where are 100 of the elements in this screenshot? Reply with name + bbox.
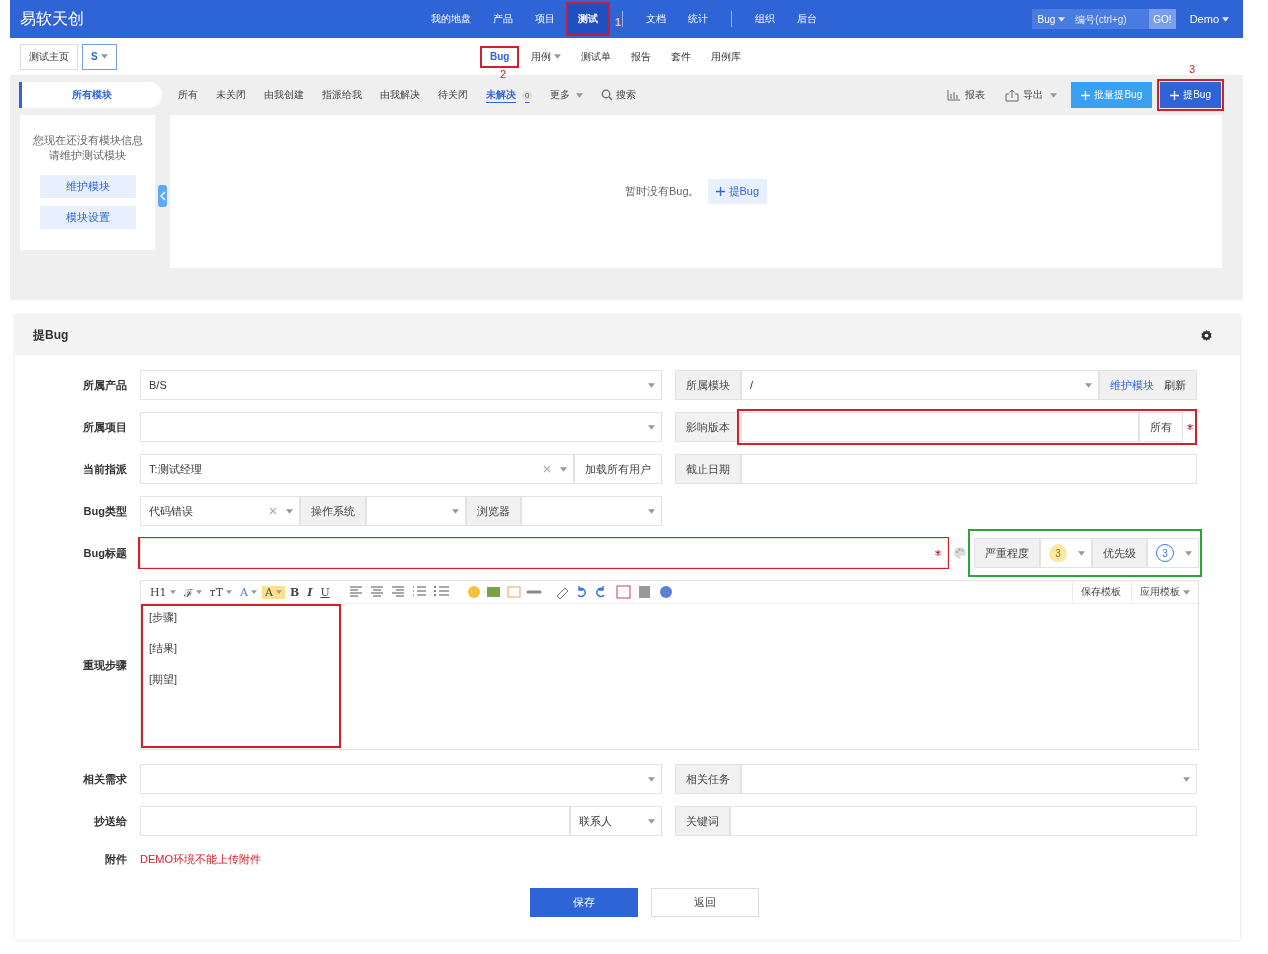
bug-type-select[interactable]: 代码错误	[140, 496, 300, 526]
panel-title: 提Bug	[33, 326, 69, 344]
subnav-tab[interactable]: 用例	[523, 45, 570, 68]
toolbar-button[interactable]: 报表	[941, 84, 992, 106]
filter-tab[interactable]: 未关闭	[208, 84, 254, 106]
module-link[interactable]: 刷新	[1164, 377, 1186, 393]
caret-icon	[1058, 16, 1066, 22]
search-link[interactable]: 搜索	[593, 84, 645, 106]
subnav-tab[interactable]: 用例库	[703, 45, 750, 68]
create-bug-button[interactable]: 提Bug	[707, 179, 768, 204]
field-label: 相关需求	[82, 771, 127, 787]
collapse-handle[interactable]	[158, 185, 167, 207]
search-field[interactable]: 编号(ctrl+g)	[1071, 9, 1150, 29]
editor-tool[interactable]: B	[286, 585, 303, 599]
nav-item[interactable]: 项目	[524, 2, 566, 36]
all-builds-option[interactable]: 所有	[1139, 412, 1183, 442]
caret-icon	[100, 54, 108, 59]
more-dropdown[interactable]: 更多	[542, 84, 592, 106]
field-label: 关键词	[675, 806, 730, 836]
caret-icon	[226, 590, 233, 594]
clear-icon[interactable]	[543, 465, 551, 473]
assignee-select[interactable]: T:测试经理	[140, 454, 574, 484]
editor-tool[interactable]: A	[262, 585, 285, 599]
rich-text-editor[interactable]: H1 ℱ тT A A B I U 保存模板 应用模板 [步骤] [结果] [期望]	[140, 580, 1199, 750]
template-button[interactable]: 保存模板	[1072, 581, 1129, 603]
build-select[interactable]	[741, 412, 1139, 442]
template-button[interactable]: 应用模板	[1131, 581, 1198, 603]
caret-icon	[554, 54, 562, 59]
palette-icon[interactable]	[953, 546, 967, 560]
editor-tool[interactable]: тT	[206, 585, 236, 599]
settings-icon[interactable]	[1200, 328, 1213, 342]
editor-tool[interactable]: A	[237, 585, 260, 599]
contacts-select[interactable]: 联系人	[570, 806, 662, 836]
search-type-dropdown[interactable]: Bug	[1031, 9, 1072, 29]
priority-select[interactable]: 3	[1147, 538, 1199, 568]
form-button[interactable]: 返回	[650, 888, 759, 917]
filter-tab[interactable]: 未解决 0	[478, 84, 541, 106]
empty-module-message: 您现在还没有模块信息 请维护测试模块	[32, 133, 143, 163]
nav-item[interactable]: 我的地盘	[420, 2, 482, 36]
subnav-tab[interactable]: 测试单	[573, 45, 620, 68]
toolbar-button[interactable]: 导出	[999, 84, 1064, 106]
caret-icon	[1050, 92, 1058, 98]
form-button[interactable]: 保存	[529, 888, 638, 917]
caret-icon	[1222, 16, 1229, 22]
field-label: 所属项目	[82, 419, 127, 435]
caret-icon	[251, 590, 257, 594]
field-label: 重现步骤	[82, 657, 127, 673]
module-tab[interactable]: 所有模块	[19, 82, 162, 108]
clear-icon[interactable]	[269, 507, 277, 515]
caret-icon	[452, 508, 459, 514]
field-label: 所属模块	[675, 370, 741, 400]
caret-icon	[169, 590, 176, 594]
project-select[interactable]	[140, 412, 662, 442]
field-label: 抄送给	[93, 813, 127, 829]
load-users-button[interactable]: 加载所有用户	[574, 454, 662, 484]
story-select[interactable]	[140, 764, 662, 794]
caret-icon	[195, 590, 202, 594]
keywords-field[interactable]	[730, 806, 1197, 836]
caret-icon	[648, 776, 655, 782]
nav-item[interactable]: 后台	[786, 2, 828, 36]
editor-tool[interactable]: U	[317, 585, 333, 599]
field-label: Bug类型	[82, 503, 127, 519]
caret-icon	[275, 590, 282, 594]
user-menu[interactable]: Demo	[1189, 13, 1229, 25]
field-label: Bug标题	[82, 545, 127, 561]
breadcrumb-item[interactable]: 测试主页	[20, 43, 78, 70]
nav-item[interactable]: 文档	[635, 2, 677, 36]
mailto-field[interactable]	[140, 806, 570, 836]
module-link[interactable]: 维护模块	[1110, 377, 1154, 393]
editor-tool[interactable]: I	[304, 585, 316, 599]
editor-tool[interactable]: H1	[147, 585, 179, 599]
module-button[interactable]: 模块设置	[39, 206, 136, 229]
search-icon	[601, 89, 614, 101]
field-label: 操作系统	[300, 496, 366, 526]
module-button[interactable]: 维护模块	[39, 175, 136, 198]
deadline-field[interactable]	[741, 454, 1197, 484]
chevron-left-icon	[159, 191, 166, 201]
browser-select[interactable]	[521, 496, 662, 526]
step-placeholder-text: [结果]	[149, 641, 179, 656]
caret-icon	[648, 382, 655, 388]
caret-icon	[648, 818, 655, 824]
nav-item[interactable]: 产品	[482, 2, 524, 36]
nav-item[interactable]: 统计	[677, 2, 719, 36]
empty-message: 暂时没有Bug。	[624, 184, 700, 199]
task-select[interactable]	[741, 764, 1197, 794]
module-select[interactable]: /	[741, 370, 1099, 400]
filter-tab[interactable]: 所有	[170, 84, 206, 106]
editor-tool[interactable]: ℱ	[180, 584, 205, 600]
os-select[interactable]	[366, 496, 466, 526]
subnav-tab[interactable]: 报告	[623, 45, 660, 68]
subnav-tab[interactable]: 套件	[663, 45, 700, 68]
breadcrumb-item[interactable]: S	[82, 43, 117, 70]
field-label: 附件	[104, 851, 127, 867]
filter-tab[interactable]: 由我创建	[256, 84, 312, 106]
filter-tab[interactable]: 由我解决	[372, 84, 428, 106]
filter-tab[interactable]: 待关闭	[430, 84, 476, 106]
upload-notice: DEMO环境不能上传附件	[140, 851, 261, 867]
filter-tab[interactable]: 指派给我	[314, 84, 370, 106]
product-select[interactable]: B/S	[140, 370, 662, 400]
nav-item[interactable]: 组织	[744, 2, 786, 36]
